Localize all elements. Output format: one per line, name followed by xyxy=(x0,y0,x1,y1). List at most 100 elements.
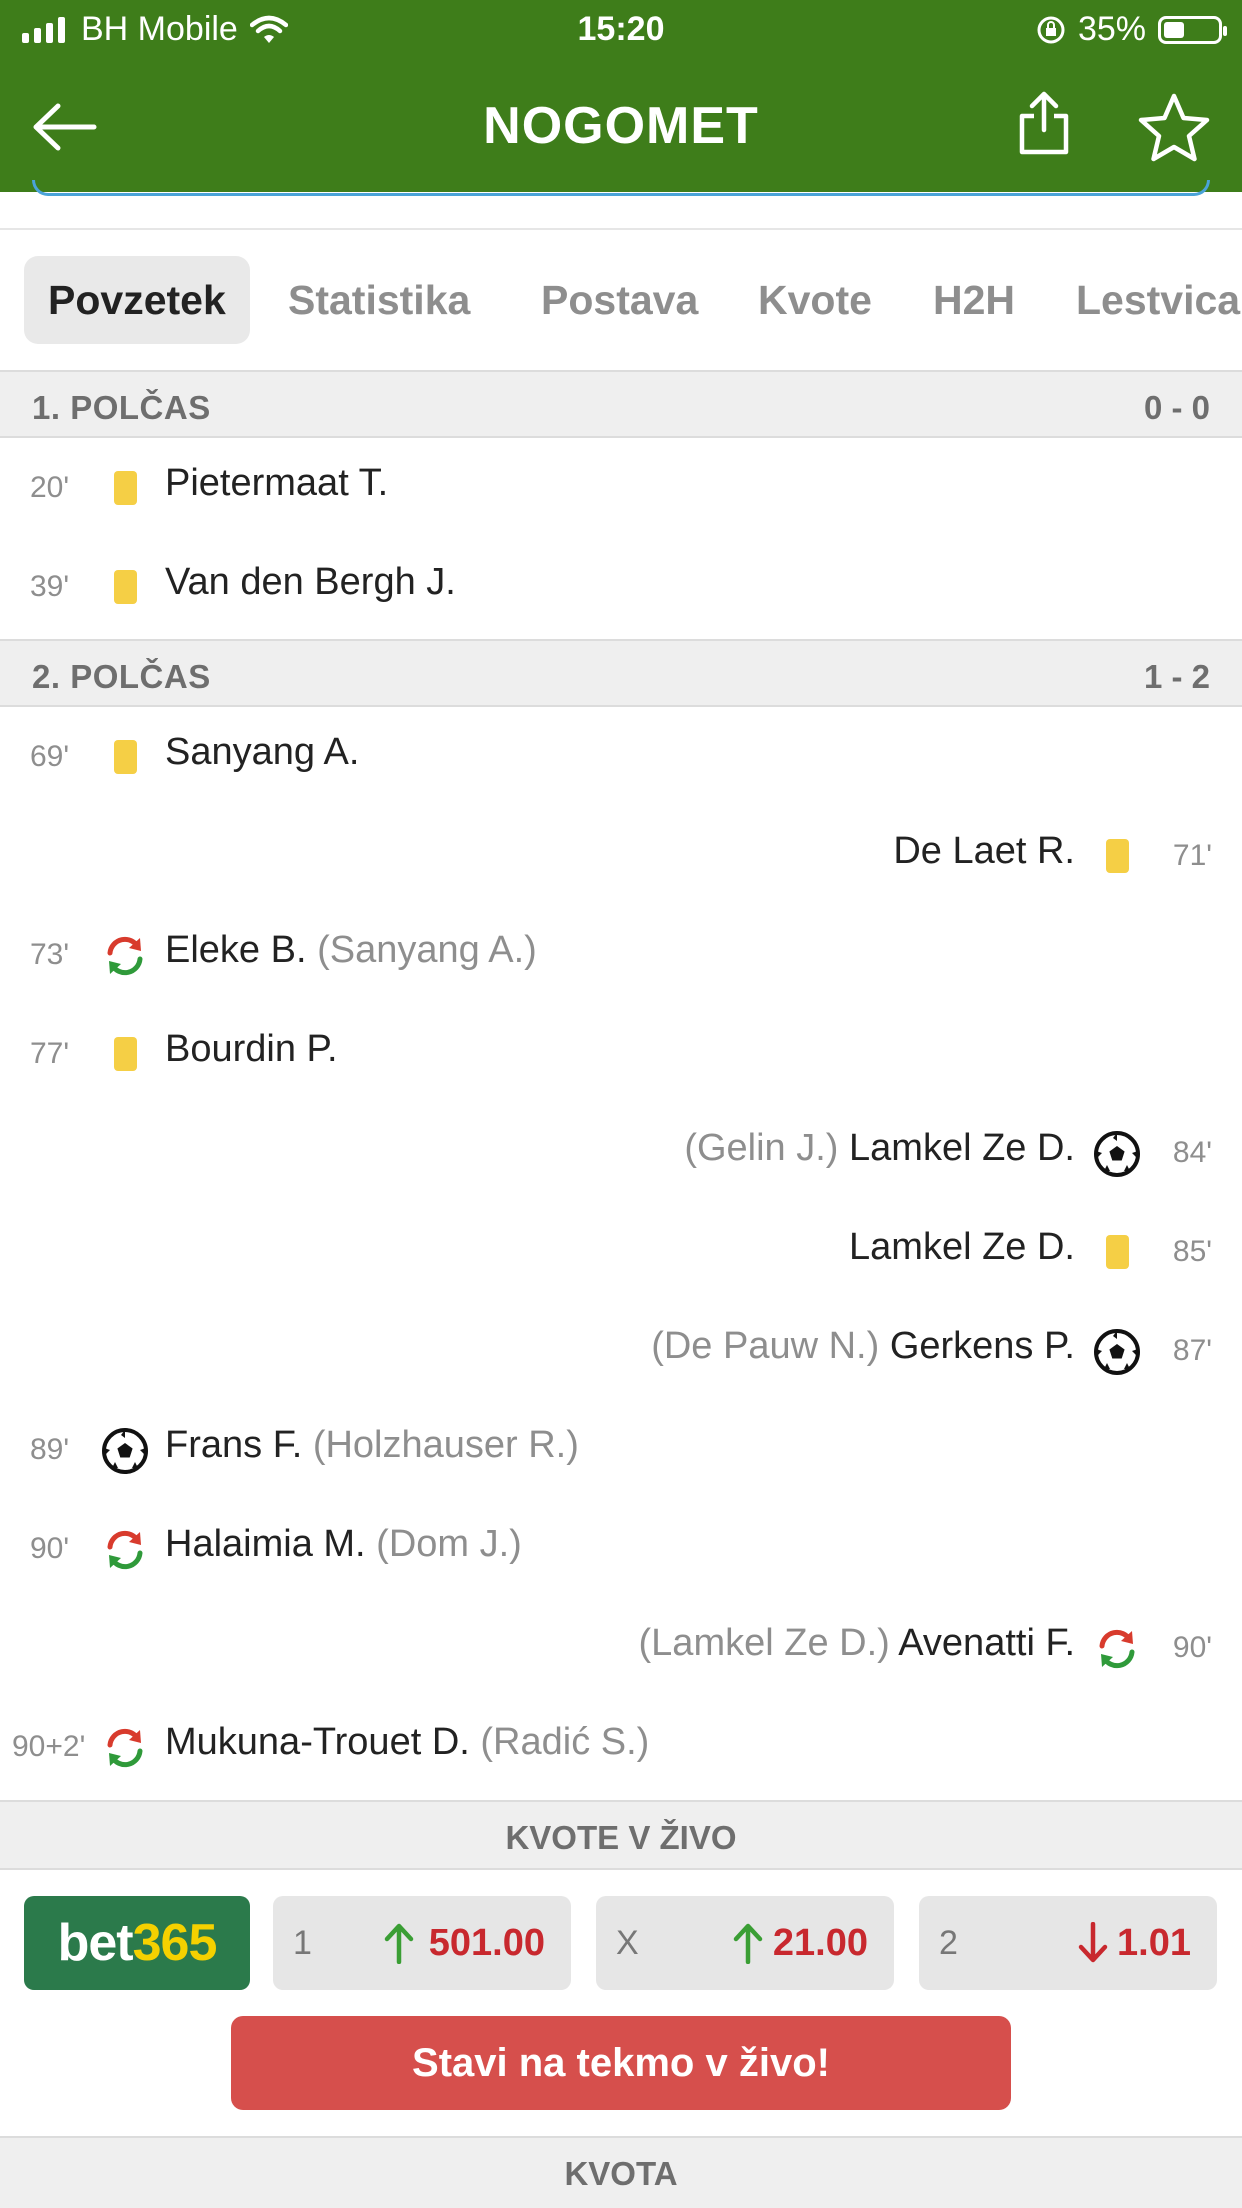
arrow-up-icon xyxy=(733,1922,763,1965)
substitution-icon xyxy=(100,1723,150,1773)
event-text: (Gelin J.) Lamkel Ze D. xyxy=(684,1127,1075,1170)
player-name: De Laet R. xyxy=(893,830,1075,872)
assist-or-replaced-player: (De Pauw N.) xyxy=(651,1325,880,1367)
event-row: 90' Halaimia M. (Dom J.) xyxy=(0,1499,1242,1598)
event-text: Bourdin P. xyxy=(165,1028,338,1071)
event-row: 73' Eleke B. (Sanyang A.) xyxy=(0,905,1242,1004)
substitution-icon xyxy=(100,931,150,981)
orientation-lock-icon xyxy=(1037,16,1065,43)
bet365-logo[interactable]: bet365 xyxy=(24,1896,250,1990)
event-minute: 73' xyxy=(30,938,70,971)
event-row: 77' Bourdin P. xyxy=(0,1004,1242,1103)
bet-live-button[interactable]: Stavi na tekmo v živo! xyxy=(231,2016,1011,2110)
yellow-card-icon xyxy=(100,464,150,514)
odd-label: X xyxy=(616,1924,639,1962)
yellow-card-icon xyxy=(100,733,150,783)
odd-label: 2 xyxy=(939,1924,958,1962)
arrow-down-icon xyxy=(1078,1921,1108,1964)
arrow-up-icon xyxy=(384,1922,414,1965)
event-minute: 71' xyxy=(1172,839,1212,872)
event-minute: 77' xyxy=(30,1037,70,1070)
tab-postava[interactable]: Postava xyxy=(541,256,698,344)
player-name: Lamkel Ze D. xyxy=(849,1226,1075,1268)
event-minute: 69' xyxy=(30,740,70,773)
tab-h2h[interactable]: H2H xyxy=(933,256,1015,344)
yellow-card-icon xyxy=(100,563,150,613)
event-row: 20' Pietermaat T. xyxy=(0,438,1242,537)
odd-home-button[interactable]: 1 501.00 xyxy=(273,1896,571,1990)
event-minute: 20' xyxy=(30,471,70,504)
share-icon[interactable] xyxy=(1016,90,1072,156)
event-text: De Laet R. xyxy=(893,830,1075,873)
section-header-second-half: 2. POLČAS 1 - 2 xyxy=(0,639,1242,707)
odd-value: 21.00 xyxy=(772,1922,868,1964)
event-text: Sanyang A. xyxy=(165,731,359,774)
event-text: Lamkel Ze D. xyxy=(849,1226,1075,1269)
goal-ball-icon xyxy=(100,1426,150,1476)
event-row: 85' Lamkel Ze D. xyxy=(0,1202,1242,1301)
tab-lestvica[interactable]: Lestvica xyxy=(1076,256,1240,344)
event-minute: 89' xyxy=(30,1433,70,1466)
goal-ball-icon xyxy=(1092,1327,1142,1377)
event-minute: 90' xyxy=(1172,1631,1212,1664)
odd-value: 501.00 xyxy=(428,1922,545,1964)
event-text: Halaimia M. (Dom J.) xyxy=(165,1523,522,1566)
tab-bar: Povzetek Statistika Postava Kvote H2H Le… xyxy=(0,228,1242,374)
assist-or-replaced-player: (Sanyang A.) xyxy=(317,929,537,971)
event-text: Pietermaat T. xyxy=(165,462,388,505)
yellow-card-icon xyxy=(1092,1228,1142,1278)
live-odds-title: KVOTE V ŽIVO xyxy=(505,1819,737,1856)
yellow-card-icon xyxy=(1092,832,1142,882)
event-row: 84' (Gelin J.) Lamkel Ze D. xyxy=(0,1103,1242,1202)
event-minute: 84' xyxy=(1172,1136,1212,1169)
player-name: Lamkel Ze D. xyxy=(849,1127,1075,1169)
event-text: Mukuna-Trouet D. (Radić S.) xyxy=(165,1721,649,1764)
status-bar: BH Mobile 15:20 35% xyxy=(0,0,1242,62)
event-text: (Lamkel Ze D.) Avenatti F. xyxy=(639,1622,1075,1665)
player-name: Sanyang A. xyxy=(165,731,360,773)
substitution-icon xyxy=(1092,1624,1142,1674)
assist-or-replaced-player: (Radić S.) xyxy=(480,1721,650,1763)
player-name: Avenatti F. xyxy=(898,1622,1075,1664)
battery-icon xyxy=(1158,15,1227,44)
odds-section-header: KVOTA xyxy=(0,2136,1242,2208)
assist-or-replaced-player: (Lamkel Ze D.) xyxy=(638,1622,890,1664)
tab-povzetek[interactable]: Povzetek xyxy=(24,256,250,344)
event-row: 39' Van den Bergh J. xyxy=(0,537,1242,636)
section-label: 2. POLČAS xyxy=(32,658,211,695)
player-name: Mukuna-Trouet D. xyxy=(165,1721,470,1763)
event-minute: 87' xyxy=(1172,1334,1212,1367)
player-name: Pietermaat T. xyxy=(165,462,389,504)
section-header-first-half: 1. POLČAS 0 - 0 xyxy=(0,370,1242,438)
star-icon[interactable] xyxy=(1138,92,1210,164)
event-text: Frans F. (Holzhauser R.) xyxy=(165,1424,579,1467)
bookmaker-name-part: 365 xyxy=(132,1914,218,1972)
assist-or-replaced-player: (Holzhauser R.) xyxy=(312,1424,579,1466)
player-name: Frans F. xyxy=(165,1424,303,1466)
player-name: Van den Bergh J. xyxy=(165,561,456,603)
odd-draw-button[interactable]: X 21.00 xyxy=(596,1896,894,1990)
event-minute: 90+2' xyxy=(12,1730,86,1763)
section-score: 1 - 2 xyxy=(1143,658,1210,695)
player-name: Eleke B. xyxy=(165,929,307,971)
tab-kvote[interactable]: Kvote xyxy=(758,256,872,344)
section-score: 0 - 0 xyxy=(1143,389,1210,426)
goal-ball-icon xyxy=(1092,1129,1142,1179)
status-right: 35% xyxy=(1036,10,1227,49)
assist-or-replaced-player: (Gelin J.) xyxy=(684,1127,839,1169)
player-name: Gerkens P. xyxy=(889,1325,1075,1367)
section-label: 1. POLČAS xyxy=(32,389,211,426)
substitution-icon xyxy=(100,1525,150,1575)
hidden-search-field-edge xyxy=(32,180,1210,196)
event-minute: 85' xyxy=(1172,1235,1212,1268)
event-minute: 90' xyxy=(30,1532,70,1565)
event-text: Eleke B. (Sanyang A.) xyxy=(165,929,537,972)
event-text: Van den Bergh J. xyxy=(165,561,456,604)
event-row: 90+2' Mukuna-Trouet D. (Radić S.) xyxy=(0,1697,1242,1796)
odds-section-title: KVOTA xyxy=(564,2155,678,2192)
nav-bar: NOGOMET xyxy=(0,62,1242,192)
assist-or-replaced-player: (Dom J.) xyxy=(376,1523,522,1565)
tab-statistika[interactable]: Statistika xyxy=(288,256,470,344)
event-minute: 39' xyxy=(30,570,70,603)
odd-away-button[interactable]: 2 1.01 xyxy=(919,1896,1217,1990)
